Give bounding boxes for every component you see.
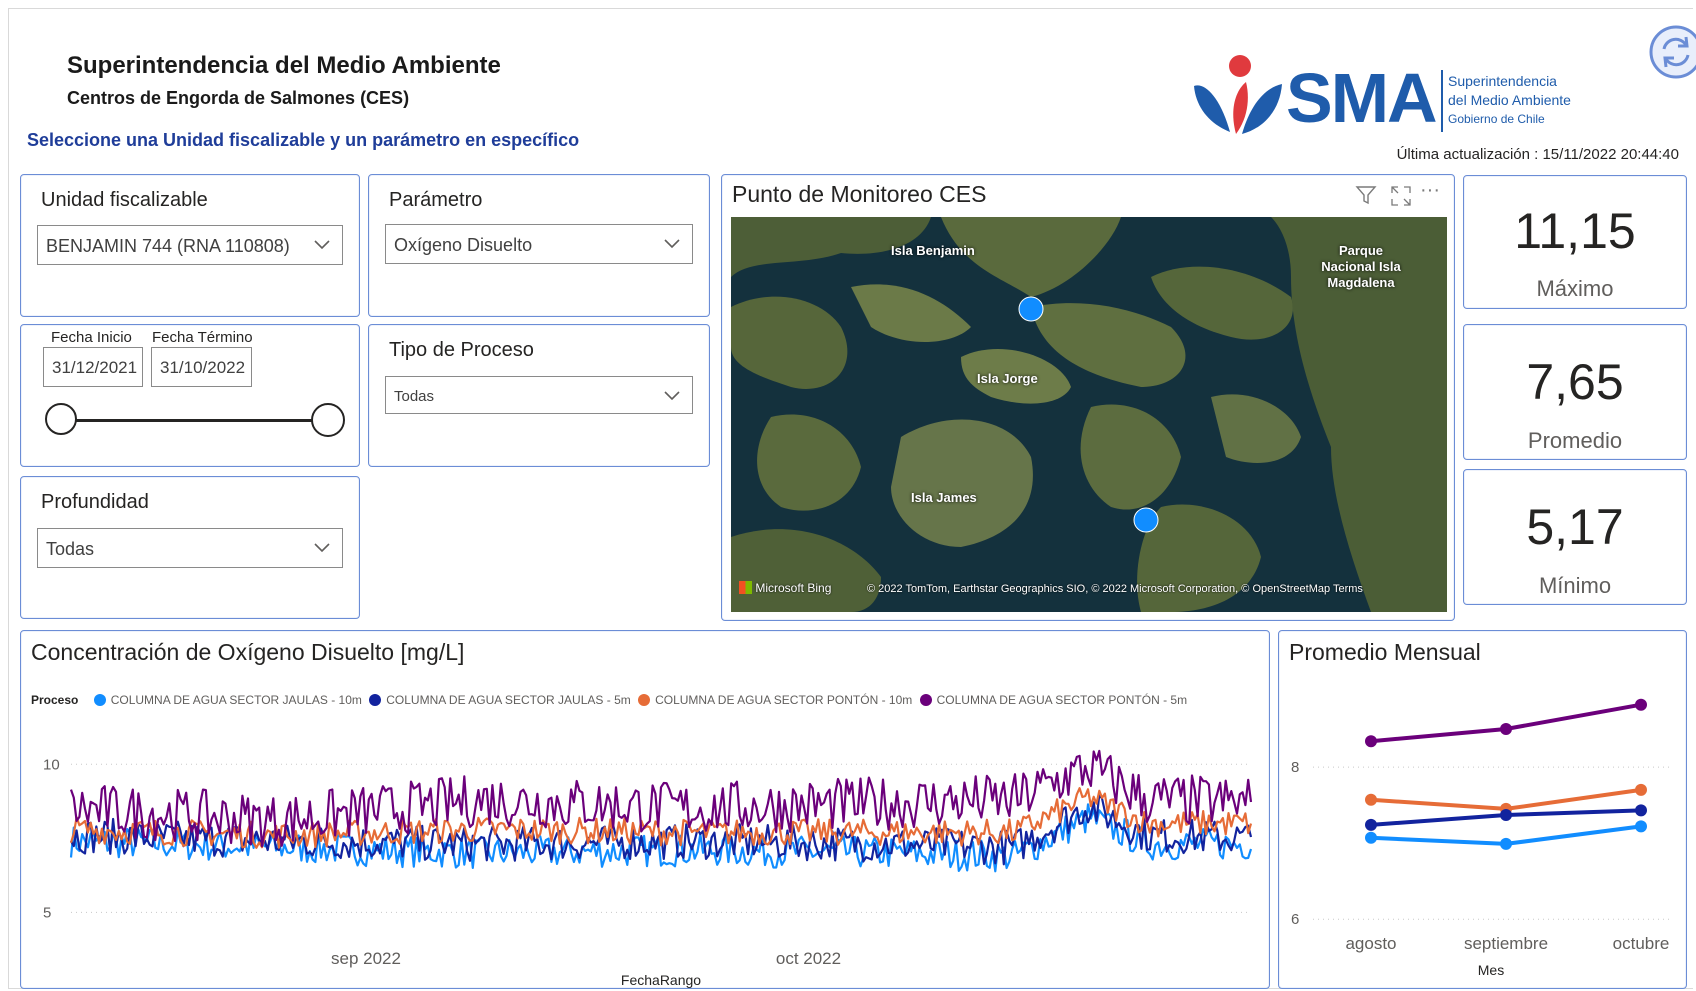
map-label-isla-jorge: Isla Jorge — [977, 371, 1038, 386]
instruction-text: Seleccione una Unidad fiscalizable y un … — [27, 130, 580, 150]
unidad-dropdown-value: BENJAMIN 744 (RNA 110808) — [46, 236, 290, 256]
date-slider-track — [63, 419, 317, 422]
fecha-inicio-value: 31/12/2021 — [52, 358, 138, 377]
map-provider-text: Microsoft Bing — [755, 581, 832, 595]
logo-line-2: del Medio Ambiente — [1448, 92, 1571, 108]
kpi-promedio: 7,65 Promedio — [1463, 324, 1687, 460]
monthly-point[interactable] — [1365, 735, 1377, 748]
logo-line-3: Gobierno de Chile — [1448, 112, 1545, 126]
last-update-text: Última actualización : 15/11/2022 20:44:… — [1396, 146, 1679, 163]
sma-logo-text: Superintendencia del Medio Ambiente Gobi… — [1448, 72, 1571, 129]
monthly-point[interactable] — [1500, 809, 1512, 821]
monthly-average-chart[interactable]: 6 8 agosto septiembre octubre Mes — [1279, 631, 1688, 990]
kpi-minimo: 5,17 Mínimo — [1463, 469, 1687, 605]
monthly-point[interactable] — [1365, 818, 1377, 831]
satellite-map[interactable]: Isla Benjamin Isla Jorge Isla James Parq… — [731, 217, 1447, 612]
profundidad-dropdown[interactable]: Todas — [37, 528, 343, 568]
kpi-promedio-value: 7,65 — [1526, 354, 1624, 410]
y-tick-label: 8 — [1291, 759, 1299, 776]
monthly-point[interactable] — [1500, 837, 1512, 850]
map-label-parque: Parque Nacional Isla Magdalena — [1311, 243, 1411, 291]
filter-icon[interactable] — [1354, 183, 1378, 207]
slicer-unidad-fiscalizable: Unidad fiscalizable BENJAMIN 744 (RNA 11… — [20, 174, 360, 317]
unidad-dropdown[interactable]: BENJAMIN 744 (RNA 110808) — [37, 225, 343, 265]
date-slider-end-handle[interactable] — [311, 403, 345, 437]
y-tick-label: 6 — [1291, 911, 1299, 928]
oxygen-line-chart[interactable]: 5 10 sep 2022 oct 2022 FechaRango — [21, 631, 1271, 990]
kpi-promedio-label: Promedio — [1527, 428, 1623, 453]
map-label-parque-1: Parque — [1338, 243, 1384, 258]
monthly-point[interactable] — [1365, 793, 1377, 806]
fecha-inicio-input[interactable]: 31/12/2021 — [43, 347, 143, 387]
map-label-parque-2: Nacional Isla — [1321, 259, 1401, 274]
chevron-down-icon — [314, 543, 330, 553]
y-tick-label: 10 — [43, 756, 60, 773]
monthly-point[interactable] — [1500, 723, 1512, 735]
x-tick-label: sep 2022 — [331, 949, 401, 968]
kpi-maximo-label: Máximo — [1536, 276, 1614, 301]
x-tick-label: oct 2022 — [776, 949, 841, 968]
sma-logo-emblem-icon — [1194, 55, 1282, 134]
map-label-parque-3: Magdalena — [1327, 275, 1395, 290]
monthly-point[interactable] — [1365, 831, 1377, 844]
refresh-icon — [1649, 25, 1696, 79]
refresh-button[interactable] — [1646, 22, 1696, 82]
x-tick-label: octubre — [1613, 934, 1670, 953]
monthly-point[interactable] — [1635, 804, 1647, 817]
kpi-maximo: 11,15 Máximo — [1463, 175, 1687, 309]
monthly-point[interactable] — [1635, 783, 1647, 796]
chevron-down-icon — [314, 240, 330, 250]
map-provider: Microsoft Bing — [739, 581, 831, 595]
sma-wordmark: SMA — [1286, 59, 1438, 137]
monthly-average-chart-card: Promedio Mensual 6 8 agosto septiembre octub… — [1278, 630, 1687, 989]
tipo-proceso-dropdown-value: Todas — [394, 388, 435, 405]
kpi-minimo-label: Mínimo — [1538, 573, 1612, 598]
slicer-parametro-title: Parámetro — [389, 189, 483, 211]
slicer-tipo-proceso-title: Tipo de Proceso — [389, 339, 534, 361]
chevron-down-icon — [664, 391, 680, 401]
x-axis-title: Mes — [1478, 962, 1504, 978]
report-title: Superintendencia del Medio Ambiente — [67, 52, 501, 79]
map-attribution[interactable]: © 2022 TomTom, Earthstar Geographics SIO… — [867, 583, 1363, 595]
monthly-series-line-1[interactable] — [1370, 702, 1642, 744]
profundidad-dropdown-value: Todas — [46, 539, 95, 559]
fecha-inicio-label: Fecha Inicio — [51, 329, 132, 346]
date-slider-start-handle[interactable] — [45, 403, 77, 435]
x-axis-title: FechaRango — [621, 972, 701, 988]
chevron-down-icon — [664, 239, 680, 249]
slicer-parametro: Parámetro Oxígeno Disuelto — [368, 174, 710, 317]
map-title: Punto de Monitoreo CES — [732, 181, 987, 207]
slicer-unidad-title: Unidad fiscalizable — [41, 189, 208, 211]
fecha-termino-input[interactable]: 31/10/2022 — [151, 347, 252, 387]
fecha-termino-label: Fecha Término — [152, 329, 253, 346]
focus-mode-icon[interactable] — [1390, 185, 1412, 207]
oxygen-line-chart-card: Concentración de Oxígeno Disuelto [mg/L]… — [20, 630, 1270, 989]
slicer-profundidad-title: Profundidad — [41, 491, 149, 513]
map-label-isla-james: Isla James — [911, 490, 977, 505]
slicer-fecha-rango: Fecha Inicio Fecha Término 31/12/2021 31… — [20, 324, 360, 467]
monthly-point[interactable] — [1635, 820, 1647, 833]
logo-line-1: Superintendencia — [1448, 73, 1557, 89]
parametro-dropdown[interactable]: Oxígeno Disuelto — [385, 224, 693, 264]
map-label-isla-benjamin: Isla Benjamin — [891, 243, 975, 258]
kpi-minimo-value: 5,17 — [1526, 499, 1624, 555]
tipo-proceso-dropdown[interactable]: Todas — [385, 376, 693, 414]
fecha-termino-value: 31/10/2022 — [160, 358, 246, 377]
y-tick-label: 5 — [43, 904, 51, 921]
slicer-profundidad: Profundidad Todas — [20, 476, 360, 619]
parametro-dropdown-value: Oxígeno Disuelto — [394, 235, 533, 255]
kpi-maximo-value: 11,15 — [1514, 203, 1636, 259]
microsoft-logo-icon — [739, 581, 752, 594]
more-options-icon[interactable]: ··· — [1420, 179, 1440, 202]
slicer-tipo-proceso: Tipo de Proceso Todas — [368, 324, 710, 467]
logo-divider — [1441, 70, 1443, 132]
x-tick-label: septiembre — [1464, 934, 1548, 953]
sma-logo: SMA Superintendencia del Medio Ambiente … — [1190, 52, 1580, 144]
x-tick-label: agosto — [1345, 934, 1396, 953]
report-subtitle: Centros de Engorda de Salmones (CES) — [67, 88, 410, 108]
monthly-point[interactable] — [1635, 698, 1647, 711]
